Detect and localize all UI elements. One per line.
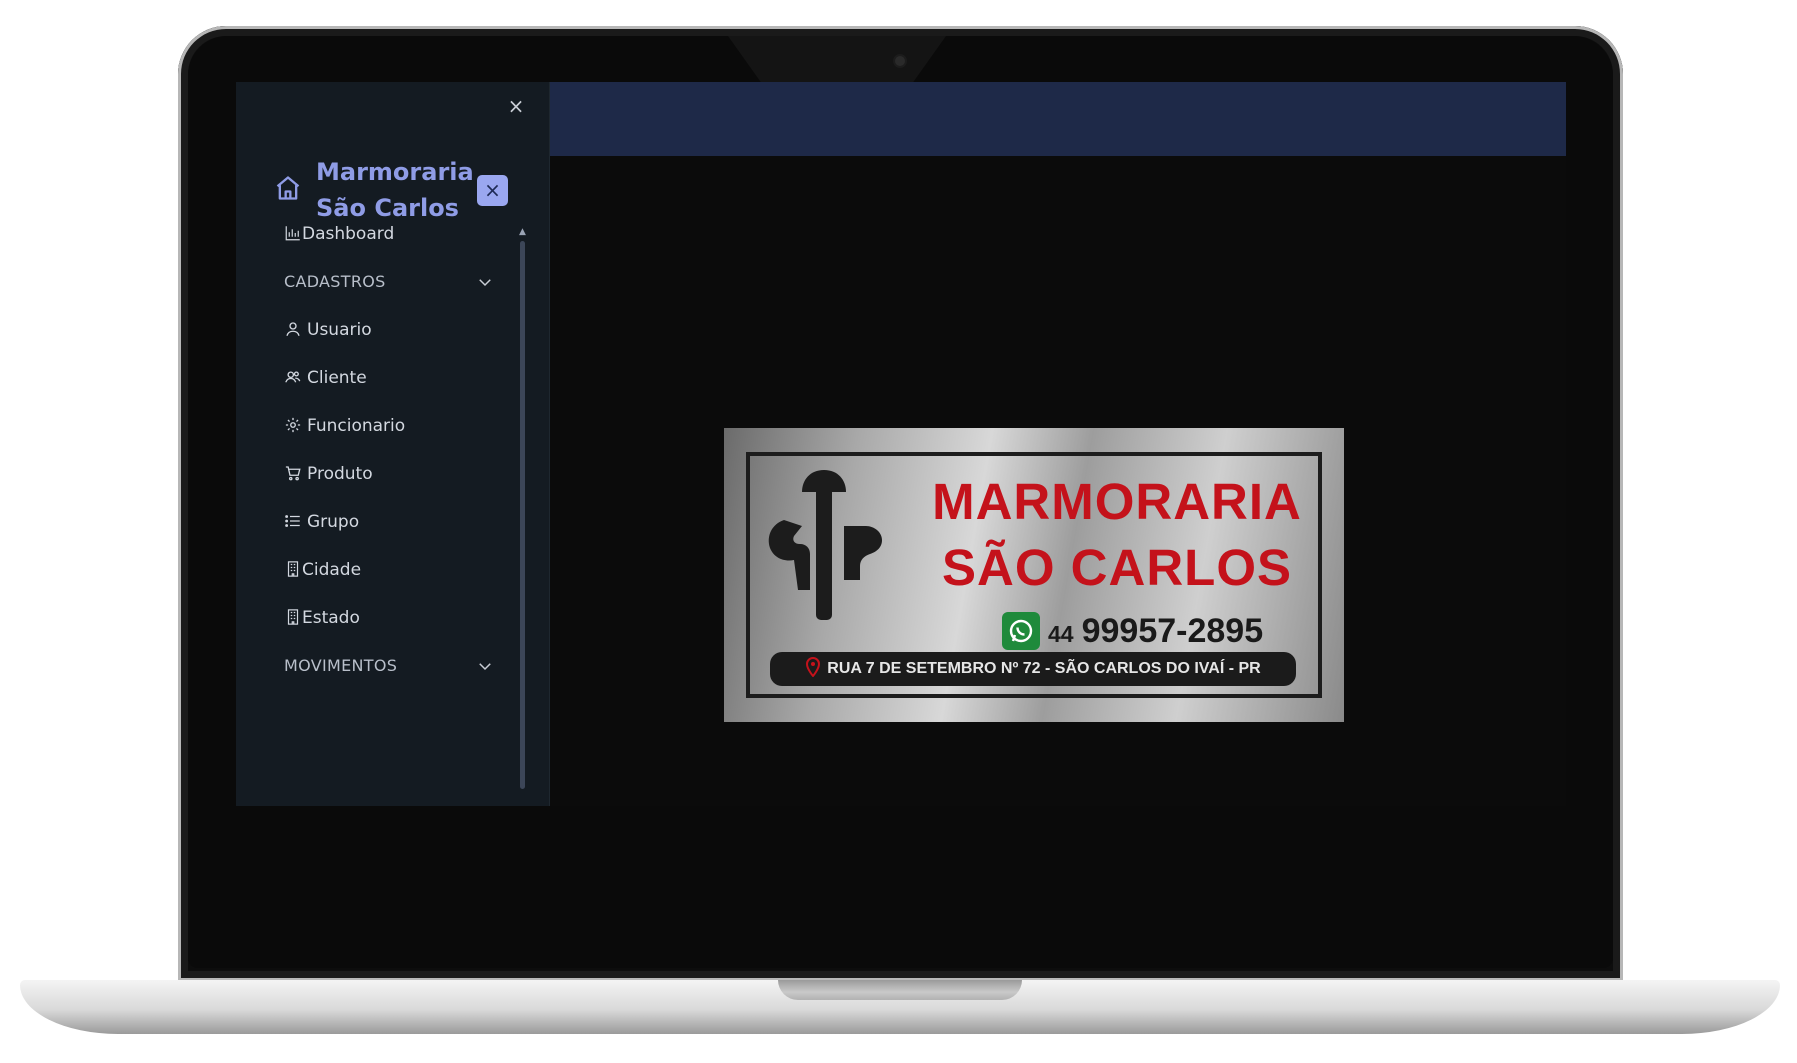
sidebar-close-icon[interactable]: × — [506, 96, 526, 116]
building-icon — [287, 609, 299, 625]
gear-icon — [285, 417, 301, 433]
brand-name-line1: Marmoraria — [316, 158, 474, 186]
section-label: CADASTROS — [284, 272, 386, 291]
logo-phone-number: 99957-2895 — [1081, 612, 1264, 650]
chevron-down-icon — [479, 279, 491, 287]
chevron-down-icon — [479, 663, 491, 671]
location-pin-icon — [806, 657, 821, 677]
sidebar-item-label: Grupo — [307, 512, 360, 532]
sidebar-item-label: Estado — [302, 608, 360, 628]
scroll-up-icon[interactable]: ▲ — [519, 227, 526, 237]
close-button[interactable]: × — [477, 175, 508, 206]
sidebar-item-label: Produto — [307, 464, 373, 484]
sidebar-item-label: Dashboard — [302, 224, 395, 244]
sidebar-item-label: Cliente — [307, 368, 367, 388]
laptop-base-notch — [778, 980, 1022, 1000]
users-icon — [285, 371, 301, 383]
logo-title-line1: MARMORARIA — [932, 473, 1302, 530]
sidebar-item-estado[interactable]: Estado — [284, 603, 504, 633]
marble-tool-icon — [768, 470, 882, 620]
sidebar-item-label: Usuario — [307, 320, 372, 340]
sidebar-item-label: Cidade — [302, 560, 362, 580]
building-icon — [287, 561, 299, 577]
sidebar-scrollbar[interactable]: ▲ — [519, 227, 526, 792]
section-label: MOVIMENTOS — [284, 656, 398, 675]
sidebar-section-movimentos[interactable]: MOVIMENTOS — [284, 651, 494, 681]
home-icon[interactable] — [274, 174, 302, 202]
sidebar-item-cliente[interactable]: Cliente — [284, 363, 504, 393]
sidebar-item-produto[interactable]: Produto — [284, 459, 504, 489]
sidebar-item-funcionario[interactable]: Funcionario — [284, 411, 504, 441]
logo-phone-ddd: 44 — [1048, 621, 1074, 647]
sidebar-item-cidade[interactable]: Cidade — [284, 555, 504, 585]
whatsapp-icon — [1002, 612, 1040, 650]
brand-name[interactable]: Marmoraria São Carlos — [316, 154, 476, 226]
company-logo-banner: MARMORARIA SÃO CARLOS 44 99957-2895 RUA 7… — [724, 428, 1344, 722]
logo-title-line2: SÃO CARLOS — [941, 539, 1293, 596]
cart-icon — [285, 466, 301, 481]
logo-address: RUA 7 DE SETEMBRO Nº 72 - SÃO CARLOS DO … — [827, 660, 1261, 677]
list-icon — [285, 515, 300, 527]
sidebar: × Marmoraria São Carlos × ▲ Dashboard CA… — [236, 82, 550, 806]
camera-icon — [895, 56, 905, 66]
sidebar-item-label: Funcionario — [307, 416, 406, 436]
sidebar-section-cadastros[interactable]: CADASTROS — [284, 267, 494, 297]
sidebar-item-dashboard[interactable]: Dashboard — [284, 219, 504, 249]
top-bar — [547, 82, 1566, 156]
bar-chart-icon — [285, 226, 300, 241]
sidebar-item-grupo[interactable]: Grupo — [284, 507, 504, 537]
logo-phone: 44 99957-2895 — [1048, 612, 1263, 651]
logo-address-bar: RUA 7 DE SETEMBRO Nº 72 - SÃO CARLOS DO … — [770, 652, 1296, 686]
scroll-thumb[interactable] — [520, 241, 525, 789]
user-icon — [286, 322, 300, 336]
camera-notch — [728, 36, 946, 82]
sidebar-item-usuario[interactable]: Usuario — [284, 315, 504, 345]
